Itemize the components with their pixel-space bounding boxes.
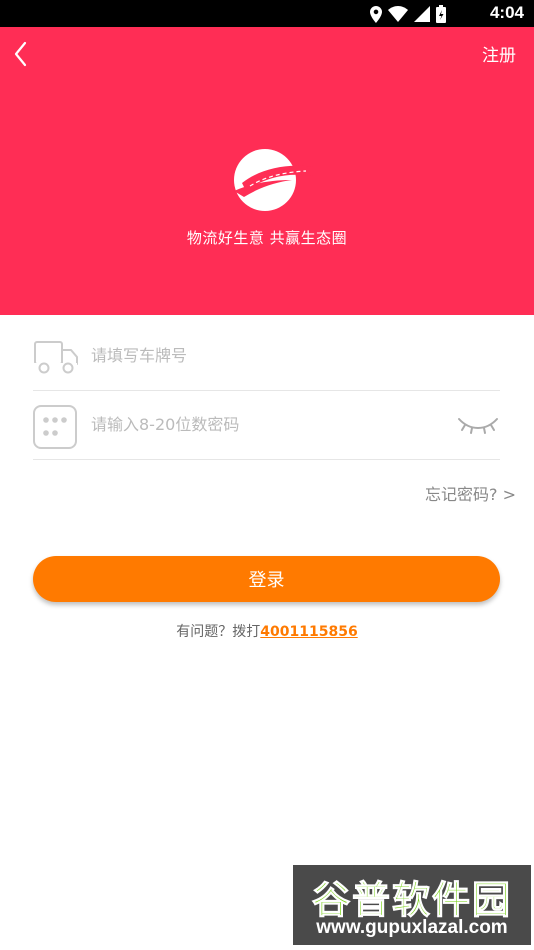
- keypad-icon: [33, 405, 77, 449]
- chevron-left-icon: [14, 41, 27, 67]
- forgot-password-link[interactable]: 忘记密码? >: [425, 481, 516, 505]
- slogan: 物流好生意 共赢生态圈: [186, 229, 348, 247]
- status-bar: 4:04: [0, 0, 534, 27]
- hotline-phone-link[interactable]: 4001115856: [260, 624, 357, 640]
- wifi-icon: [388, 6, 408, 22]
- login-header: 注册 物流好生意 共赢生态圈: [0, 27, 534, 315]
- location-icon: [370, 5, 382, 23]
- road-logo-icon: [234, 149, 313, 211]
- status-time: 4:04: [489, 3, 524, 22]
- login-button[interactable]: 登录: [33, 556, 500, 602]
- password-row: [33, 391, 500, 460]
- watermark-logo: 谷普软件园 www.gupuxlazal.com: [293, 865, 531, 945]
- register-link[interactable]: 注册: [482, 41, 516, 66]
- battery-icon: [436, 5, 446, 23]
- password-visibility-toggle[interactable]: [456, 411, 500, 437]
- plate-number-row: [33, 322, 500, 391]
- watermark-url: www.gupuxlazal.com: [316, 917, 508, 938]
- plate-number-input[interactable]: [91, 340, 431, 370]
- truck-icon: [33, 341, 78, 374]
- back-button[interactable]: [8, 37, 38, 71]
- password-input[interactable]: [91, 409, 431, 439]
- watermark-title: 谷普软件园: [311, 878, 512, 923]
- status-icons: [370, 5, 446, 23]
- closed-eye-icon: [458, 418, 498, 434]
- help-text: 有问题？拨打: [176, 624, 261, 640]
- help-line: 有问题？拨打4001115856: [0, 621, 534, 641]
- signal-icon: [414, 6, 430, 22]
